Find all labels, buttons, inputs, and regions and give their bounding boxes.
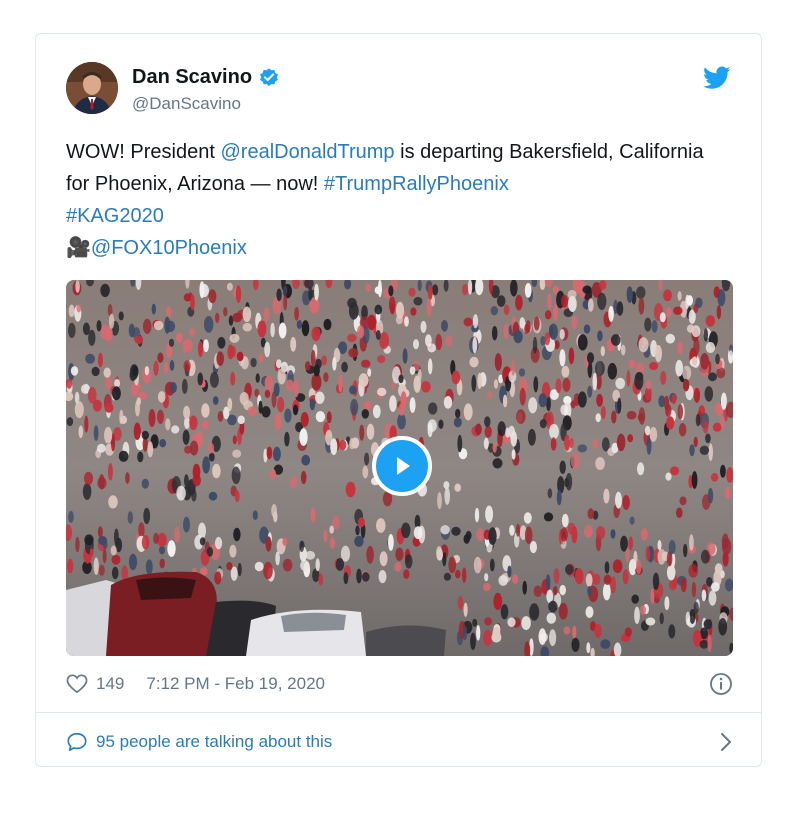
avatar-image [66,62,118,114]
tweet-text: WOW! President @realDonaldTrump is depar… [66,136,726,264]
chevron-right-icon[interactable] [719,731,733,753]
hashtag-link-kag2020[interactable]: #KAG2020 [66,205,164,227]
conversation-text[interactable]: 95 people are talking about this [96,732,332,752]
tweet-meta: 149 7:12 PM - Feb 19, 2020 [66,671,733,697]
mention-link-fox10phoenix[interactable]: @FOX10Phoenix [91,237,247,259]
speech-bubble-icon [67,732,87,752]
play-button[interactable] [372,436,432,496]
video-thumbnail[interactable] [66,280,733,656]
heart-icon[interactable] [66,674,88,694]
play-icon [397,457,410,475]
conversation-link[interactable]: 95 people are talking about this [66,728,733,756]
twitter-bird-icon[interactable] [703,66,731,90]
verified-badge-icon [260,67,278,86]
tweet-card: Dan Scavino @DanScavino WOW! President @… [35,33,762,767]
author-handle[interactable]: @DanScavino [132,94,241,114]
avatar[interactable] [66,62,118,114]
author-name[interactable]: Dan Scavino [132,66,252,89]
info-icon[interactable] [709,672,733,696]
timestamp[interactable]: 7:12 PM - Feb 19, 2020 [146,674,325,694]
author-row: Dan Scavino [132,66,280,89]
text-segment: WOW! President [66,141,221,163]
hashtag-link-trumprallyphoenix[interactable]: #TrumpRallyPhoenix [324,173,509,195]
mention-link-realdonaldtrump[interactable]: @realDonaldTrump [220,141,394,163]
camera-icon: 🎥 [66,237,91,259]
divider [36,712,761,713]
like-count[interactable]: 149 [96,674,124,694]
